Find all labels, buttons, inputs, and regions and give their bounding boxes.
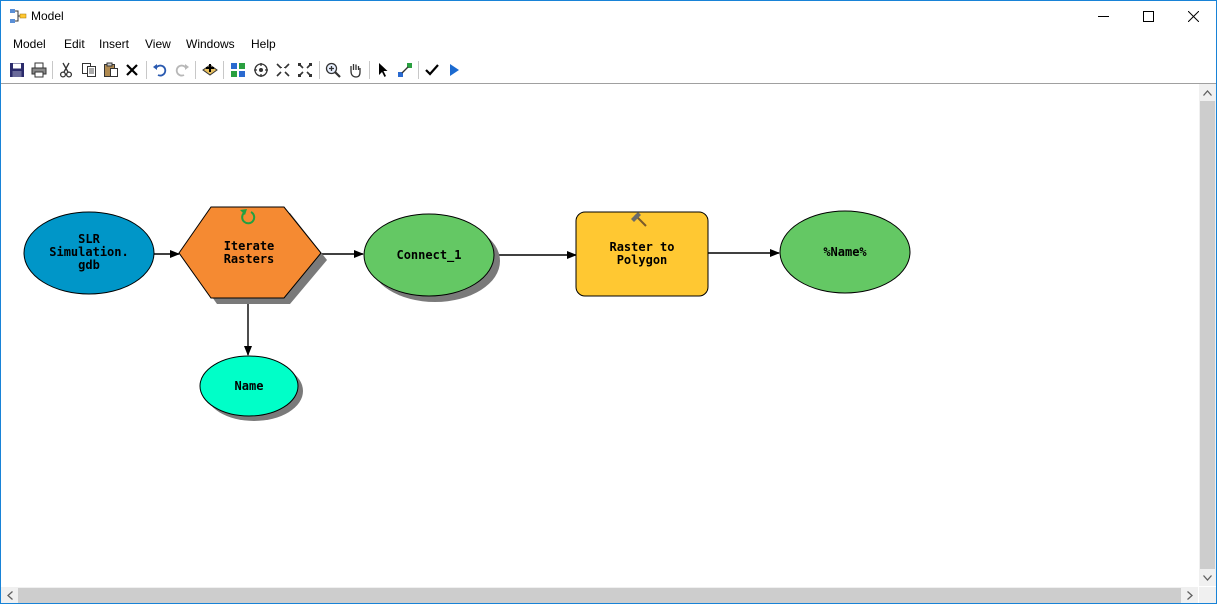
fixed-zoom-out-icon	[298, 63, 312, 77]
menu-help[interactable]: Help	[251, 37, 276, 51]
undo-icon	[153, 64, 167, 77]
add-data-button[interactable]	[200, 60, 220, 80]
zoom-in-button[interactable]	[323, 60, 343, 80]
scrollbar-corner	[1199, 587, 1216, 603]
save-button[interactable]	[7, 60, 27, 80]
chevron-right-icon	[1186, 591, 1193, 600]
model-canvas-frame: SLR Simulation. gdb Iterate Rasters Conn	[1, 83, 1216, 603]
menu-windows[interactable]: Windows	[186, 37, 235, 51]
node-label-line: SLR	[78, 232, 100, 246]
pan-button[interactable]	[345, 60, 365, 80]
toolbar-separator	[369, 61, 370, 79]
model-window: Model Model Edit Insert View Windows Hel…	[0, 0, 1217, 604]
node-label-line: Simulation.	[49, 245, 128, 259]
toolbar-separator	[195, 61, 196, 79]
close-button[interactable]	[1170, 1, 1216, 32]
add-data-icon	[202, 64, 218, 76]
run-icon	[450, 64, 459, 76]
title-bar: Model	[1, 1, 1216, 32]
undo-button[interactable]	[150, 60, 170, 80]
vertical-scroll-thumb[interactable]	[1200, 101, 1215, 569]
window-title: Model	[31, 9, 64, 23]
node-label-line: gdb	[78, 258, 100, 272]
minimize-button[interactable]	[1080, 1, 1126, 32]
node-label-line: Polygon	[617, 253, 668, 267]
print-icon	[31, 62, 47, 78]
modelbuilder-icon	[10, 9, 27, 23]
scroll-left-button[interactable]	[1, 587, 18, 603]
node-label-line: Raster to	[609, 240, 674, 254]
toolbar-separator	[418, 61, 419, 79]
scroll-right-button[interactable]	[1181, 587, 1198, 603]
menu-view[interactable]: View	[145, 37, 171, 51]
scroll-down-button[interactable]	[1199, 569, 1216, 586]
menu-model[interactable]: Model	[13, 37, 46, 51]
node-name-variable[interactable]: Name	[199, 355, 303, 421]
scroll-up-button[interactable]	[1199, 84, 1216, 101]
toolbar-separator	[319, 61, 320, 79]
toolbar	[1, 58, 1216, 82]
full-extent-button[interactable]	[251, 60, 271, 80]
horizontal-scroll-thumb[interactable]	[18, 588, 1181, 603]
select-button[interactable]	[373, 60, 393, 80]
close-icon	[1187, 11, 1199, 22]
model-canvas[interactable]: SLR Simulation. gdb Iterate Rasters Conn	[1, 84, 1198, 586]
vertical-scrollbar[interactable]	[1199, 84, 1216, 586]
validate-button[interactable]	[422, 60, 442, 80]
validate-icon	[425, 64, 439, 76]
add-connection-button[interactable]	[395, 60, 415, 80]
node-iterate-rasters[interactable]: Iterate Rasters	[178, 206, 327, 304]
horizontal-scrollbar[interactable]	[1, 587, 1198, 603]
toolbar-separator	[146, 61, 147, 79]
minimize-icon	[1097, 16, 1109, 17]
full-extent-icon	[254, 63, 268, 77]
node-raster-to-polygon[interactable]: Raster to Polygon	[575, 211, 709, 297]
node-label-line: Rasters	[224, 252, 275, 266]
copy-button[interactable]	[79, 60, 99, 80]
cut-icon	[59, 62, 73, 78]
cut-button[interactable]	[56, 60, 76, 80]
redo-button[interactable]	[172, 60, 192, 80]
node-label-line: Name	[235, 379, 264, 393]
node-label-line: Iterate	[224, 239, 275, 253]
pan-icon	[350, 64, 361, 78]
add-connection-icon	[398, 63, 412, 77]
auto-layout-icon	[231, 63, 245, 77]
run-button[interactable]	[444, 60, 464, 80]
menu-edit[interactable]: Edit	[64, 37, 85, 51]
node-slr-simulation-gdb[interactable]: SLR Simulation. gdb	[23, 211, 155, 295]
paste-button[interactable]	[101, 60, 121, 80]
maximize-icon	[1142, 11, 1154, 22]
node-name-output[interactable]: %Name%	[779, 210, 911, 294]
auto-layout-button[interactable]	[228, 60, 248, 80]
node-label-line: %Name%	[823, 245, 867, 259]
print-button[interactable]	[29, 60, 49, 80]
fixed-zoom-out-button[interactable]	[295, 60, 315, 80]
node-connect-1[interactable]: Connect_1	[363, 213, 500, 302]
menu-bar: Model Edit Insert View Windows Help	[1, 33, 1216, 55]
fixed-zoom-in-button[interactable]	[273, 60, 293, 80]
node-label-line: Connect_1	[396, 248, 461, 263]
copy-icon	[82, 63, 96, 77]
fixed-zoom-in-icon	[276, 63, 290, 77]
toolbar-separator	[52, 61, 53, 79]
chevron-left-icon	[6, 591, 13, 600]
paste-icon	[104, 62, 118, 77]
toolbar-separator	[223, 61, 224, 79]
menu-insert[interactable]: Insert	[99, 37, 129, 51]
maximize-button[interactable]	[1125, 1, 1171, 32]
save-icon	[10, 63, 24, 77]
zoom-in-icon	[325, 62, 341, 78]
delete-icon	[126, 64, 138, 76]
redo-icon	[175, 64, 189, 77]
delete-button[interactable]	[122, 60, 142, 80]
select-icon	[379, 63, 388, 77]
chevron-down-icon	[1203, 574, 1212, 581]
chevron-up-icon	[1203, 89, 1212, 96]
